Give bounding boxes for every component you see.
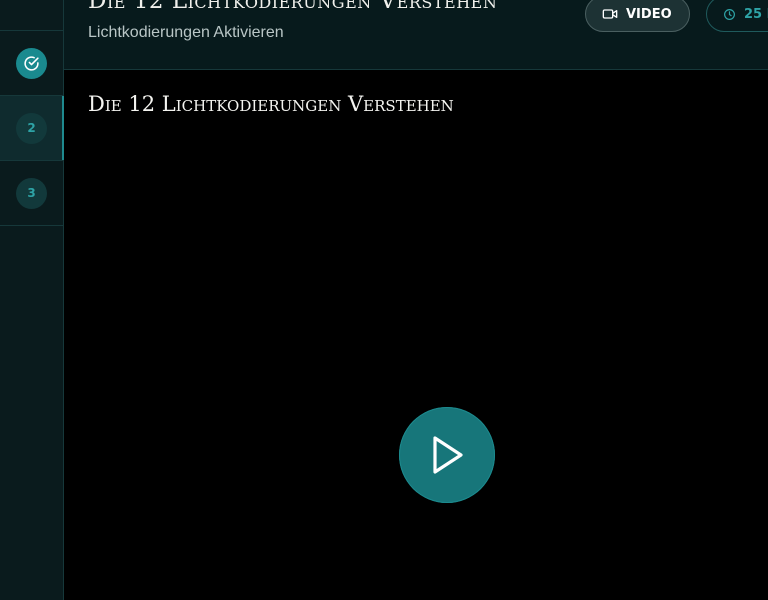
lesson-title: Die 12 Lichtkodierungen Verstehen <box>88 0 498 14</box>
duration-label: 25 Min <box>744 6 768 22</box>
step-3-number: 3 <box>16 177 47 209</box>
play-icon <box>433 436 463 474</box>
clock-icon <box>723 8 736 21</box>
lesson-view: 2 3 Die 12 Lichtkodierungen Verstehen Li… <box>0 0 768 600</box>
sidebar-top-spacer <box>0 0 63 31</box>
check-circle-icon <box>16 47 47 79</box>
step-3[interactable]: 3 <box>0 161 63 226</box>
video-title-overlay: Die 12 Lichtkodierungen Verstehen <box>88 92 454 116</box>
step-2-active[interactable]: 2 <box>0 96 64 161</box>
module-subtitle: Lichtkodierungen Aktivieren <box>88 24 284 41</box>
play-button[interactable] <box>399 407 495 503</box>
lesson-header: Die 12 Lichtkodierungen Verstehen Lichtk… <box>64 0 768 70</box>
video-type-badge[interactable]: VIDEO <box>585 0 690 32</box>
step-1-completed[interactable] <box>0 31 63 96</box>
lesson-steps-sidebar: 2 3 <box>0 0 64 600</box>
duration-badge: 25 Min <box>706 0 768 32</box>
video-camera-icon <box>602 8 618 20</box>
step-2-number: 2 <box>16 112 47 144</box>
video-type-label: VIDEO <box>626 6 672 22</box>
video-player[interactable]: Die 12 Lichtkodierungen Verstehen <box>64 70 768 600</box>
